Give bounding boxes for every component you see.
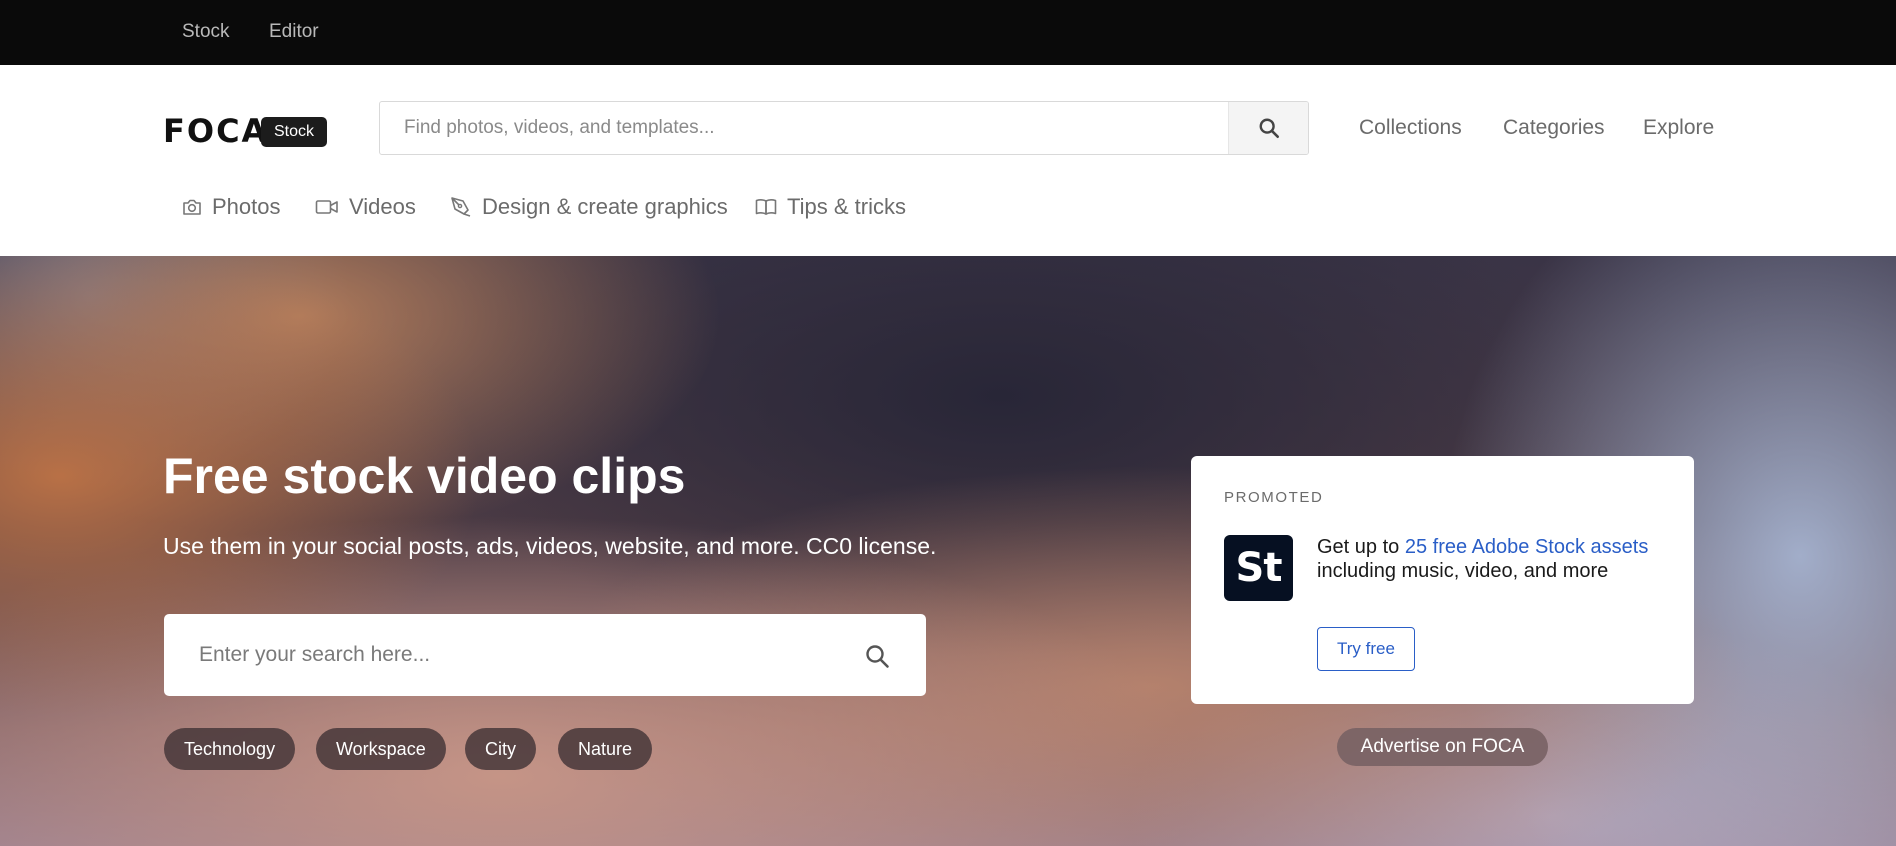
- video-camera-icon: [315, 200, 338, 214]
- hero-search-bar: [164, 614, 926, 696]
- header-search-bar: [379, 101, 1309, 155]
- logo-badge: Stock: [261, 117, 328, 147]
- subnav-videos[interactable]: Videos: [315, 187, 416, 227]
- promoted-card: PROMOTED St Get up to 25 free Adobe Stoc…: [1191, 456, 1694, 704]
- hero-search-input[interactable]: [164, 614, 844, 696]
- site-header: FOCA Stock Collections Categories Explor…: [0, 65, 1896, 256]
- subnav-design-label: Design & create graphics: [482, 194, 728, 219]
- subnav-photos-label: Photos: [212, 194, 281, 219]
- search-icon[interactable]: [864, 643, 890, 669]
- promo-text-after: including music, video, and more: [1317, 560, 1609, 582]
- nav-collections[interactable]: Collections: [1359, 101, 1462, 155]
- search-icon: [1259, 118, 1279, 138]
- try-free-button[interactable]: Try free: [1317, 627, 1415, 671]
- promo-text-before: Get up to: [1317, 536, 1405, 558]
- subnav-photos[interactable]: Photos: [182, 187, 281, 227]
- hero-subtitle: Use them in your social posts, ads, vide…: [163, 533, 937, 559]
- header-search-button[interactable]: [1228, 102, 1308, 154]
- tag-city[interactable]: City: [465, 728, 536, 770]
- hero-title: Free stock video clips: [163, 448, 686, 504]
- nav-explore[interactable]: Explore: [1643, 101, 1714, 155]
- subnav-tips-label: Tips & tricks: [787, 194, 906, 219]
- topbar-link-editor[interactable]: Editor: [269, 0, 319, 65]
- subnav-tips[interactable]: Tips & tricks: [755, 187, 906, 227]
- topbar-link-stock[interactable]: Stock: [182, 0, 230, 65]
- tag-workspace[interactable]: Workspace: [316, 728, 446, 770]
- promo-text: Get up to 25 free Adobe Stock assets inc…: [1317, 535, 1657, 583]
- nav-categories[interactable]: Categories: [1503, 101, 1605, 155]
- subnav-videos-label: Videos: [349, 194, 416, 219]
- tag-nature[interactable]: Nature: [558, 728, 653, 770]
- camera-icon: [183, 199, 201, 215]
- subnav-design[interactable]: Design & create graphics: [450, 187, 728, 227]
- promo-text-link[interactable]: 25 free Adobe Stock assets: [1405, 536, 1649, 558]
- promoted-label: PROMOTED: [1224, 489, 1324, 506]
- pen-tool-icon: [451, 197, 471, 217]
- logo[interactable]: FOCA: [163, 115, 268, 147]
- tag-technology[interactable]: Technology: [164, 728, 296, 770]
- advertise-button[interactable]: Advertise on FOCA: [1337, 728, 1548, 766]
- hero-section: Free stock video clips Use them in your …: [0, 256, 1896, 846]
- top-bar: Stock Editor: [0, 0, 1896, 65]
- adobe-stock-logo: St: [1224, 535, 1293, 601]
- open-book-icon: [755, 199, 777, 215]
- header-search-input[interactable]: [380, 102, 1230, 154]
